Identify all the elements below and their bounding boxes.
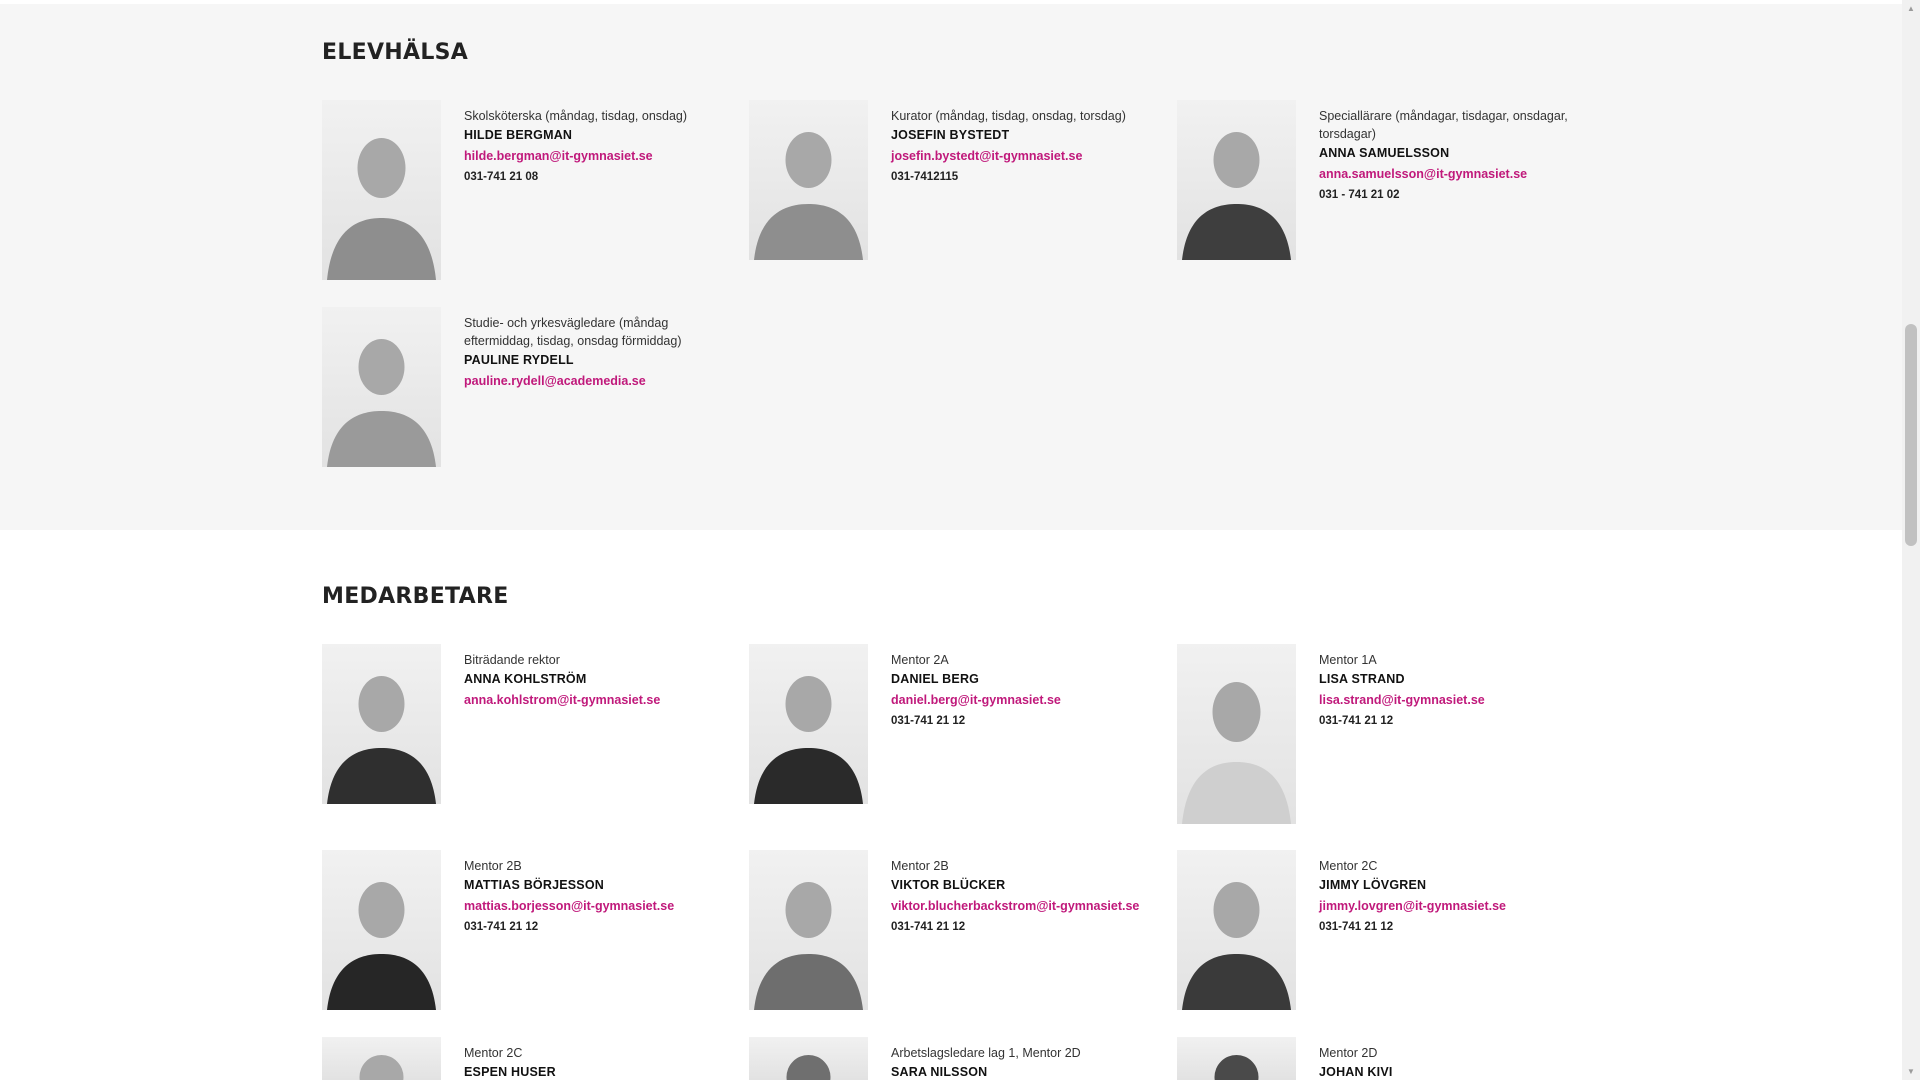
- staff-phone: 031-741 21 12: [1319, 715, 1394, 727]
- staff-role: Mentor 2C: [1319, 859, 1378, 873]
- staff-role: Mentor 1A: [1319, 653, 1377, 667]
- staff-role: Arbetslagsledare lag 1, Mentor 2D: [891, 1046, 1081, 1060]
- staff-role: Mentor 2D: [1319, 1046, 1378, 1060]
- medarbetare-title: MEDARBETARE: [322, 584, 509, 609]
- person-photo-icon: [749, 1037, 868, 1080]
- person-photo-icon: [1177, 1037, 1296, 1080]
- chevron-down-icon[interactable]: ▼: [1902, 1063, 1920, 1080]
- staff-name: ANNA KOHLSTRÖM: [464, 672, 587, 686]
- staff-role: Mentor 2C: [464, 1046, 523, 1060]
- staff-phone: 031-741 21 12: [891, 921, 966, 933]
- person-photo-icon: [749, 644, 868, 804]
- person-photo-icon: [1177, 100, 1296, 260]
- elevhalsa-title: ELEVHÄLSA: [322, 40, 469, 65]
- person-photo-icon: [749, 850, 868, 1010]
- staff-role: Biträdande rektor: [464, 653, 560, 667]
- scrollbar-thumb[interactable]: [1905, 324, 1917, 546]
- elevhalsa-section: [0, 4, 1902, 530]
- person-photo-icon: [322, 850, 441, 1010]
- staff-name: JIMMY LÖVGREN: [1319, 878, 1427, 892]
- chevron-up-icon[interactable]: ▲: [1902, 0, 1920, 17]
- staff-name: PAULINE RYDELL: [464, 353, 574, 367]
- staff-phone: 031-741 21 12: [1319, 921, 1394, 933]
- medarbetare-section: [0, 530, 1902, 1080]
- staff-email-link[interactable]: anna.kohlstrom@it-gymnasiet.se: [464, 690, 734, 711]
- staff-email-link[interactable]: viktor.blucherbackstrom@it-gymnasiet.se: [891, 896, 1161, 917]
- person-photo-icon: [322, 644, 441, 804]
- staff-name: JOSEFIN BYSTEDT: [891, 128, 1010, 142]
- staff-role: Mentor 2A: [891, 653, 949, 667]
- staff-email-link[interactable]: daniel.berg@it-gymnasiet.se: [891, 690, 1161, 711]
- staff-role: Skolsköterska (måndag, tisdag, onsdag): [464, 109, 688, 123]
- staff-email-link[interactable]: anna.samuelsson@it-gymnasiet.se: [1319, 164, 1589, 185]
- staff-name: LISA STRAND: [1319, 672, 1405, 686]
- staff-email-link[interactable]: lisa.strand@it-gymnasiet.se: [1319, 690, 1589, 711]
- staff-email-link[interactable]: pauline.rydell@academedia.se: [464, 371, 734, 392]
- staff-name: HILDE BERGMAN: [464, 128, 573, 142]
- person-photo-icon: [322, 307, 441, 467]
- staff-phone: 031 - 741 21 02: [1319, 189, 1400, 201]
- staff-email-link[interactable]: hilde.bergman@it-gymnasiet.se: [464, 146, 734, 167]
- staff-name: VIKTOR BLÜCKER: [891, 878, 1006, 892]
- staff-phone: 031-741 21 12: [891, 715, 966, 727]
- staff-role: Studie- och yrkesvägledare (måndag efter…: [464, 316, 682, 348]
- person-photo-icon: [1177, 644, 1296, 824]
- staff-role: Mentor 2B: [891, 859, 949, 873]
- staff-phone: 031-7412115: [891, 171, 959, 183]
- staff-role: Kurator (måndag, tisdag, onsdag, torsdag…: [891, 109, 1126, 123]
- person-photo-icon: [749, 100, 868, 260]
- staff-role: Speciallärare (måndagar, tisdagar, onsda…: [1319, 109, 1568, 141]
- page-scrollbar[interactable]: ▲ ▼: [1902, 0, 1920, 1080]
- person-photo-icon: [1177, 850, 1296, 1010]
- staff-name: DANIEL BERG: [891, 672, 980, 686]
- staff-name: MATTIAS BÖRJESSON: [464, 878, 604, 892]
- staff-phone: 031-741 21 12: [464, 921, 539, 933]
- staff-email-link[interactable]: josefin.bystedt@it-gymnasiet.se: [891, 146, 1161, 167]
- staff-email-link[interactable]: mattias.borjesson@it-gymnasiet.se: [464, 896, 734, 917]
- staff-email-link[interactable]: jimmy.lovgren@it-gymnasiet.se: [1319, 896, 1589, 917]
- person-photo-icon: [322, 1037, 441, 1080]
- staff-name: ANNA SAMUELSSON: [1319, 146, 1450, 160]
- person-photo-icon: [322, 100, 441, 280]
- staff-phone: 031-741 21 08: [464, 171, 539, 183]
- staff-role: Mentor 2B: [464, 859, 522, 873]
